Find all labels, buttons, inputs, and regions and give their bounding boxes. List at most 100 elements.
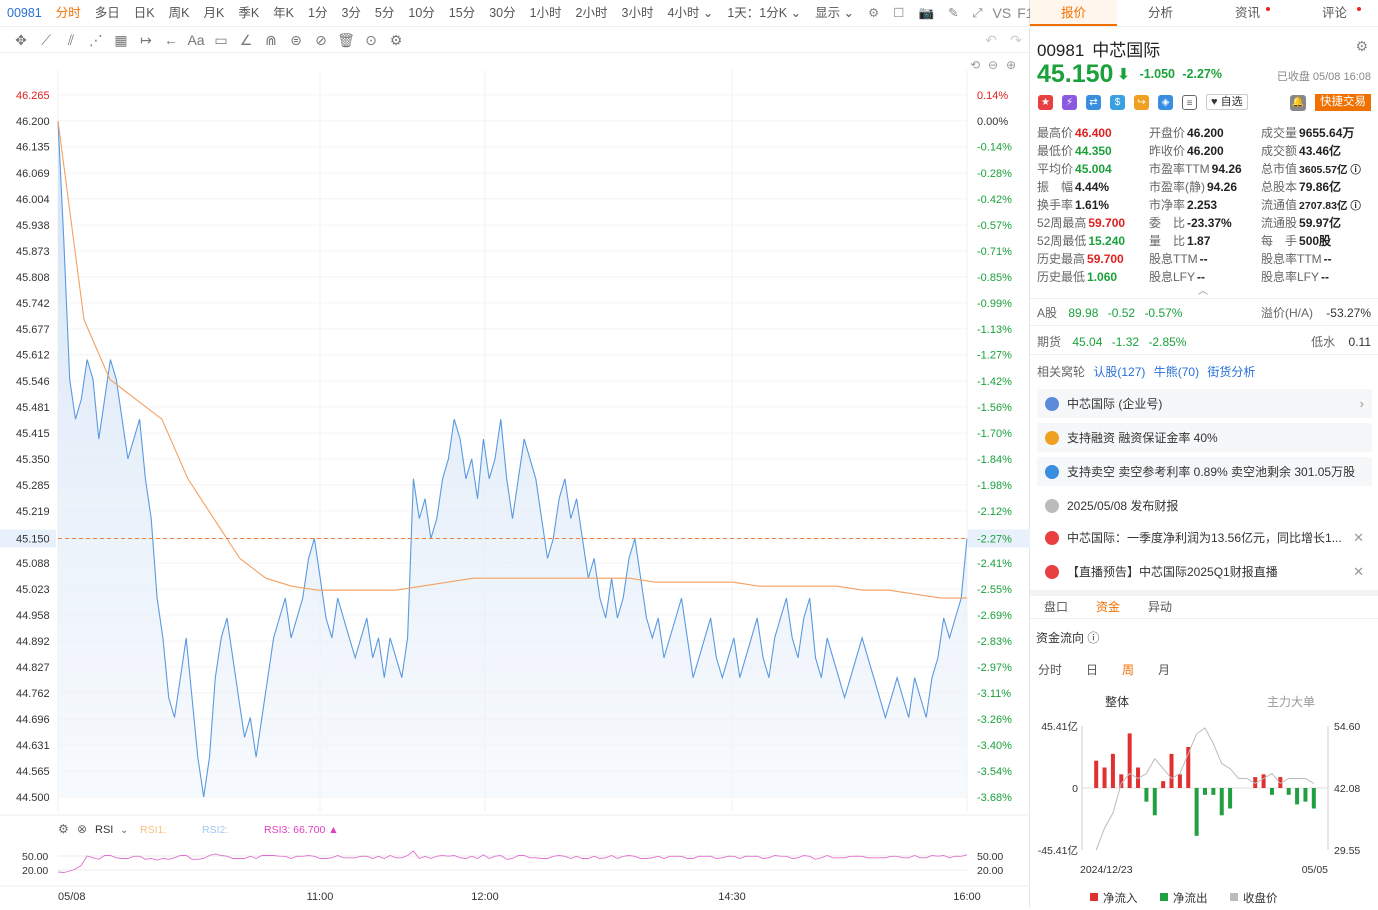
fast-trade-button[interactable]: 快捷交易 xyxy=(1315,94,1371,111)
stat-key: 换手率 xyxy=(1037,198,1074,212)
redo-icon[interactable]: ↷ xyxy=(1005,29,1027,51)
period-tab-8[interactable]: 3分 xyxy=(334,0,367,27)
stat-key: 平均价 xyxy=(1037,162,1074,176)
flow-tab-1[interactable]: 资金 xyxy=(1082,597,1134,618)
magnet-icon[interactable]: ⋒ xyxy=(260,29,282,51)
info-card-0[interactable]: 中芯国际 (企业号) › xyxy=(1037,389,1372,418)
period-tab-9[interactable]: 5分 xyxy=(368,0,401,27)
period-tab-16[interactable]: 4小时 ⌄ xyxy=(660,0,720,27)
y-pct-label: -3.40% xyxy=(977,740,1012,752)
trash-icon[interactable]: 🗑 xyxy=(335,29,357,51)
flow-tab-0[interactable]: 盘口 xyxy=(1030,597,1082,618)
camera-icon[interactable]: 📷 xyxy=(911,0,941,27)
dollar-icon[interactable]: $ xyxy=(1110,94,1125,110)
flow-subtab-1[interactable]: 主力大单 xyxy=(1204,693,1378,710)
hide-icon[interactable]: ⊜ xyxy=(285,29,307,51)
quote-tab-0[interactable]: 报价 xyxy=(1030,0,1117,26)
line-tool-icon[interactable]: ⟋ xyxy=(35,29,57,51)
compare-label-0[interactable]: VS xyxy=(990,0,1015,27)
doc-icon[interactable]: ≡ xyxy=(1182,94,1197,110)
futures-row[interactable]: 期货 45.04 -1.32 -2.85% 低水 0.11 xyxy=(1037,333,1371,350)
wave-tool-icon[interactable]: ⋰ xyxy=(85,29,107,51)
period-tab-14[interactable]: 2小时 xyxy=(569,0,615,27)
flow-subtab-0[interactable]: 整体 xyxy=(1030,693,1204,710)
pencil-icon[interactable]: ✎ xyxy=(941,0,965,27)
period-tab-11[interactable]: 15分 xyxy=(442,0,482,27)
info-card-2[interactable]: 支持卖空 卖空参考利率 0.89% 卖空池剩余 301.05万股 xyxy=(1037,457,1372,486)
stat-cell: 平均价 45.004 xyxy=(1037,160,1149,178)
quote-tab-2[interactable]: 资讯 xyxy=(1204,0,1291,26)
info-card-3[interactable]: 2025/05/08 发布财报 xyxy=(1037,491,1372,520)
feature-icons: ★ ⚡ ⇄ $ ↪ ◈ ≡ ♥ 自选 xyxy=(1038,94,1248,110)
square-icon[interactable]: ☐ xyxy=(886,0,911,27)
gear-icon[interactable]: ⚙ xyxy=(1355,38,1368,55)
hk-connect-icon[interactable]: ★ xyxy=(1038,94,1053,110)
flow-period-1[interactable]: 日 xyxy=(1086,661,1098,678)
warrant-link[interactable]: 认股(127) xyxy=(1093,365,1145,379)
lock-icon[interactable]: ⊘ xyxy=(310,29,332,51)
range-tool-icon[interactable]: ↦ xyxy=(135,29,157,51)
stat-cell: 开盘价 46.200 xyxy=(1149,124,1261,142)
a-share-row[interactable]: A股 89.98 -0.52 -0.57% 溢价(H/A) -53.27% xyxy=(1037,304,1371,321)
close-icon[interactable]: ✕ xyxy=(1353,530,1364,546)
settings-icon[interactable]: ⚙ xyxy=(385,29,407,51)
info-card-5[interactable]: 【直播预告】中芯国际2025Q1财报直播 ✕ xyxy=(1037,557,1372,586)
eye-icon[interactable]: ⊙ xyxy=(360,29,382,51)
period-tab-1[interactable]: 多日 xyxy=(88,0,127,27)
stat-cell: 最低价 44.350 xyxy=(1037,142,1149,160)
chart-svg[interactable]: 46.265 46.200 46.135 46.069 46.004 45.938 45.8… xyxy=(0,53,1030,907)
share-icon[interactable]: ↪ xyxy=(1134,94,1149,110)
info-card-1[interactable]: 支持融资 融资保证金率 40% xyxy=(1037,423,1372,452)
flow-tab-2[interactable]: 异动 xyxy=(1134,597,1186,618)
stock-code[interactable]: 00981 xyxy=(0,0,49,27)
fib-tool-icon[interactable]: ▦ xyxy=(110,29,132,51)
related-label: 相关窝轮 xyxy=(1037,365,1086,379)
period-tab-0[interactable]: 分时 xyxy=(49,0,88,27)
x-label: 05/08 xyxy=(58,891,86,903)
note-tool-icon[interactable]: ▭ xyxy=(210,29,232,51)
channel-tool-icon[interactable]: ⫽ xyxy=(60,29,82,51)
settings-icon[interactable]: ⚙ xyxy=(861,0,886,27)
stat-cell: 52周最高 59.700 xyxy=(1037,214,1149,232)
period-tab-4[interactable]: 月K xyxy=(196,0,231,27)
add-watchlist-button[interactable]: ♥ 自选 xyxy=(1206,94,1248,110)
text-tool-icon[interactable]: Aa xyxy=(185,29,207,51)
cbbc-link[interactable]: 牛熊(70) xyxy=(1154,365,1199,379)
period-tab-17[interactable]: 1天：1分K ⌄ xyxy=(720,0,808,27)
pen-tool-icon[interactable]: ∠ xyxy=(235,29,257,51)
expand-icon[interactable]: ⤢ xyxy=(966,0,990,27)
y-pct-label: -1.42% xyxy=(977,376,1012,388)
period-tab-15[interactable]: 3小时 xyxy=(615,0,661,27)
flow-period-2[interactable]: 周 xyxy=(1122,661,1134,678)
chevron-right-icon[interactable]: › xyxy=(1360,396,1364,411)
flash-icon[interactable]: ⚡ xyxy=(1062,94,1077,110)
quote-tab-3[interactable]: 评论 xyxy=(1291,0,1378,26)
y-price-label: 44.565 xyxy=(16,766,50,778)
price-chart[interactable]: 46.265 46.200 46.135 46.069 46.004 45.938 45.8… xyxy=(0,53,1030,907)
stat-cell: 股息TTM -- xyxy=(1149,250,1261,268)
street-analysis-link[interactable]: 街货分析 xyxy=(1207,365,1255,379)
period-tab-6[interactable]: 年K xyxy=(266,0,301,27)
period-tab-5[interactable]: 季K xyxy=(231,0,266,27)
arrow-tool-icon[interactable]: ← xyxy=(160,29,182,51)
period-tab-2[interactable]: 日K xyxy=(127,0,162,27)
info-card-4[interactable]: 中芯国际：一季度净利润为13.56亿元，同比增长1... ✕ xyxy=(1037,523,1372,552)
quote-tab-1[interactable]: 分析 xyxy=(1117,0,1204,26)
exchange-icon[interactable]: ⇄ xyxy=(1086,94,1101,110)
period-tab-7[interactable]: 1分 xyxy=(301,0,334,27)
undo-icon[interactable]: ↶ xyxy=(980,29,1002,51)
flow-bar xyxy=(1094,760,1099,788)
bell-icon[interactable]: 🔔 xyxy=(1290,95,1306,111)
period-tab-13[interactable]: 1小时 xyxy=(523,0,569,27)
tag-icon[interactable]: ◈ xyxy=(1158,94,1173,110)
flow-period-0[interactable]: 分时 xyxy=(1038,661,1062,678)
period-tab-10[interactable]: 10分 xyxy=(401,0,441,27)
chevron-up-icon[interactable]: ︿ xyxy=(1198,282,1208,297)
flow-period-3[interactable]: 月 xyxy=(1158,661,1170,678)
period-tab-12[interactable]: 30分 xyxy=(482,0,522,27)
stats-row: 振 幅 4.44% 市盈率(静) 94.26 总股本 79.86亿 xyxy=(1037,178,1373,196)
close-icon[interactable]: ✕ xyxy=(1353,564,1364,580)
crosshair-icon[interactable]: ✥ xyxy=(10,29,32,51)
period-tab-18[interactable]: 显示 ⌄ xyxy=(808,0,861,27)
period-tab-3[interactable]: 周K xyxy=(162,0,197,27)
